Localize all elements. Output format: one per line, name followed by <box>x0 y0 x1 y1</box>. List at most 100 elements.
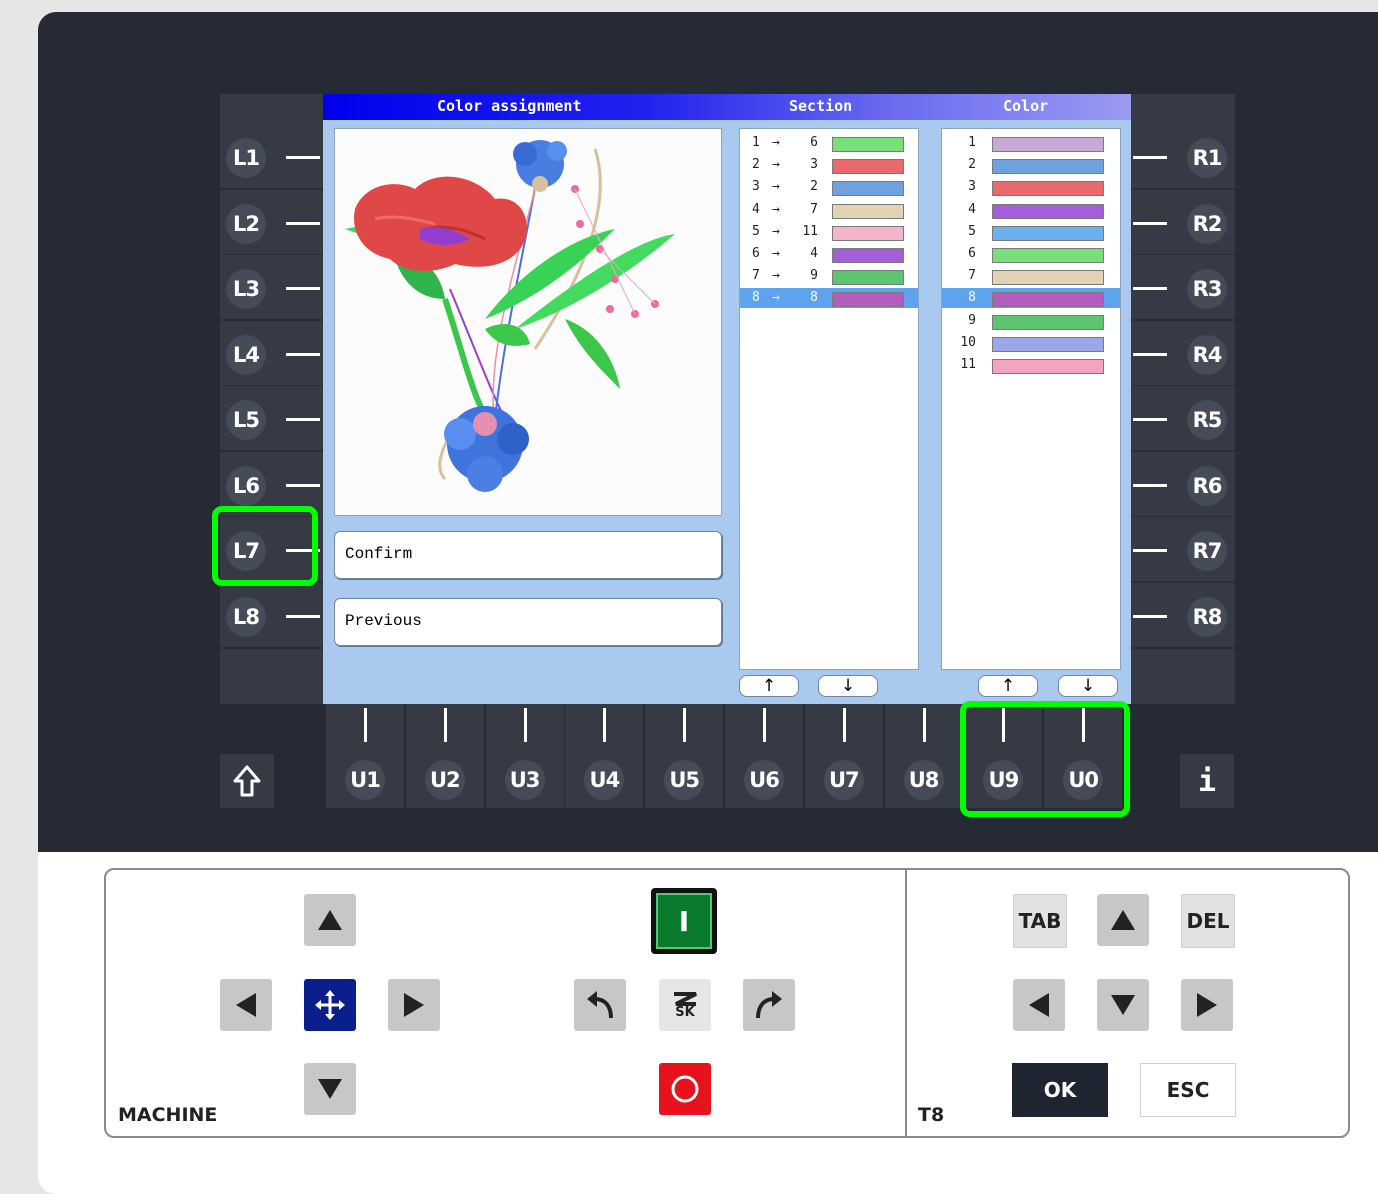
section-row[interactable]: 3 → 2 <box>740 177 918 197</box>
color-scroll-up-button[interactable]: ↑ <box>978 675 1038 697</box>
sk-logo-button[interactable]: SK <box>659 979 711 1031</box>
color-swatch <box>832 181 904 197</box>
rotate-left-button[interactable] <box>574 979 626 1031</box>
color-header: Color <box>1003 97 1049 115</box>
section-row[interactable]: 8 → 8 <box>740 288 918 309</box>
t8-up-button[interactable] <box>1097 894 1149 946</box>
triangle-right-icon <box>1197 993 1217 1017</box>
section-row[interactable]: 7 → 9 <box>740 266 918 286</box>
softkey-r1[interactable]: R1 <box>1131 124 1235 190</box>
softkey-u8[interactable]: U8 <box>884 702 963 808</box>
softkey-u7[interactable]: U7 <box>804 702 883 808</box>
softkey-r8[interactable]: R8 <box>1131 582 1235 649</box>
t8-down-button[interactable] <box>1097 979 1149 1031</box>
color-number: 7 <box>968 268 976 284</box>
color-row[interactable]: 11 <box>942 355 1120 375</box>
section-arrow: → <box>772 268 780 284</box>
softkey-tick <box>763 708 766 742</box>
color-row[interactable]: 9 <box>942 311 1120 331</box>
color-swatch <box>992 159 1104 175</box>
machine-move-button[interactable] <box>304 979 356 1031</box>
color-swatch <box>992 292 1104 308</box>
softkey-label: R3 <box>1187 269 1227 309</box>
screen-title: Color assignment <box>437 97 582 115</box>
section-row[interactable]: 5 → 11 <box>740 222 918 242</box>
softkey-l8[interactable]: L8 <box>220 582 324 649</box>
color-scroll-down-button[interactable]: ↓ <box>1058 675 1118 697</box>
softkey-r2[interactable]: R2 <box>1131 189 1235 256</box>
machine-down-button[interactable] <box>304 1063 356 1115</box>
softkey-r7[interactable]: R7 <box>1131 517 1235 583</box>
section-row[interactable]: 4 → 7 <box>740 200 918 220</box>
embroidery-flower-image <box>345 140 675 492</box>
softkey-tick <box>1133 549 1167 552</box>
info-button[interactable]: i <box>1180 754 1234 808</box>
softkey-r3[interactable]: R3 <box>1131 255 1235 321</box>
esc-button[interactable]: ESC <box>1140 1063 1236 1117</box>
machine-right-button[interactable] <box>388 979 440 1031</box>
section-scroll-down-button[interactable]: ↓ <box>818 675 878 697</box>
color-number: 2 <box>968 157 976 173</box>
section-to: 8 <box>810 290 818 306</box>
softkey-label: U5 <box>664 760 705 800</box>
shift-button[interactable] <box>220 754 274 808</box>
softkey-u3[interactable]: U3 <box>485 702 564 808</box>
softkey-l2[interactable]: L2 <box>220 189 324 256</box>
softkey-l5[interactable]: L5 <box>220 386 324 452</box>
color-row[interactable]: 6 <box>942 244 1120 264</box>
color-swatch <box>992 137 1104 152</box>
machine-up-button[interactable] <box>304 894 356 946</box>
section-scroll-up-button[interactable]: ↑ <box>739 675 799 697</box>
machine-label: MACHINE <box>118 1104 218 1126</box>
softkey-l3[interactable]: L3 <box>220 255 324 321</box>
color-row[interactable]: 1 <box>942 133 1120 153</box>
info-icon: i <box>1197 763 1217 799</box>
softkey-u2[interactable]: U2 <box>405 702 484 808</box>
color-row[interactable]: 4 <box>942 200 1120 220</box>
color-swatch <box>832 270 904 286</box>
color-row[interactable]: 7 <box>942 266 1120 286</box>
color-row[interactable]: 2 <box>942 155 1120 175</box>
title-bar: Color assignment Section Color <box>323 94 1131 120</box>
softkey-tick <box>1133 287 1167 290</box>
previous-button[interactable]: Previous <box>334 598 722 646</box>
color-list[interactable]: 1 2 3 4 5 6 7 8 9 10 11 <box>941 128 1121 670</box>
sk-logo-icon <box>674 991 697 1006</box>
section-row[interactable]: 6 → 4 <box>740 244 918 264</box>
color-swatch <box>832 137 904 152</box>
softkey-l1[interactable]: L1 <box>220 124 324 190</box>
color-row[interactable]: 8 <box>942 288 1120 309</box>
section-row[interactable]: 2 → 3 <box>740 155 918 175</box>
color-row[interactable]: 10 <box>942 333 1120 353</box>
del-button[interactable]: DEL <box>1181 894 1235 948</box>
section-list[interactable]: 1 → 6 2 → 3 3 → 2 4 → 7 5 → 11 6 → 4 7 → 9 8 → 8 <box>739 128 919 670</box>
rotate-right-button[interactable] <box>743 979 795 1031</box>
stop-button[interactable] <box>659 1063 711 1115</box>
tab-button[interactable]: TAB <box>1013 894 1067 948</box>
softkey-u1[interactable]: U1 <box>326 702 404 808</box>
softkey-label: R4 <box>1187 334 1227 375</box>
softkey-u4[interactable]: U4 <box>565 702 644 808</box>
section-arrow: → <box>772 246 780 261</box>
start-button[interactable]: I <box>651 888 717 954</box>
softkey-l4[interactable]: L4 <box>220 320 324 387</box>
confirm-button[interactable]: Confirm <box>334 531 722 579</box>
softkey-u5[interactable]: U5 <box>645 702 724 808</box>
section-row[interactable]: 1 → 6 <box>740 133 918 153</box>
softkey-r6[interactable]: R6 <box>1131 451 1235 518</box>
softkey-r5[interactable]: R5 <box>1131 386 1235 452</box>
ok-button[interactable]: OK <box>1012 1063 1108 1117</box>
color-row[interactable]: 5 <box>942 222 1120 242</box>
t8-right-button[interactable] <box>1181 979 1233 1031</box>
softkey-tick <box>922 708 926 742</box>
embroidery-preview <box>334 128 722 516</box>
section-header: Section <box>789 97 853 115</box>
machine-left-button[interactable] <box>220 979 272 1031</box>
t8-left-button[interactable] <box>1013 979 1065 1031</box>
color-number: 9 <box>968 312 976 328</box>
softkey-r4[interactable]: R4 <box>1131 320 1235 387</box>
section-from: 7 <box>752 268 760 284</box>
color-row[interactable]: 3 <box>942 177 1120 197</box>
section-from: 3 <box>752 179 760 195</box>
softkey-u6[interactable]: U6 <box>725 702 803 808</box>
